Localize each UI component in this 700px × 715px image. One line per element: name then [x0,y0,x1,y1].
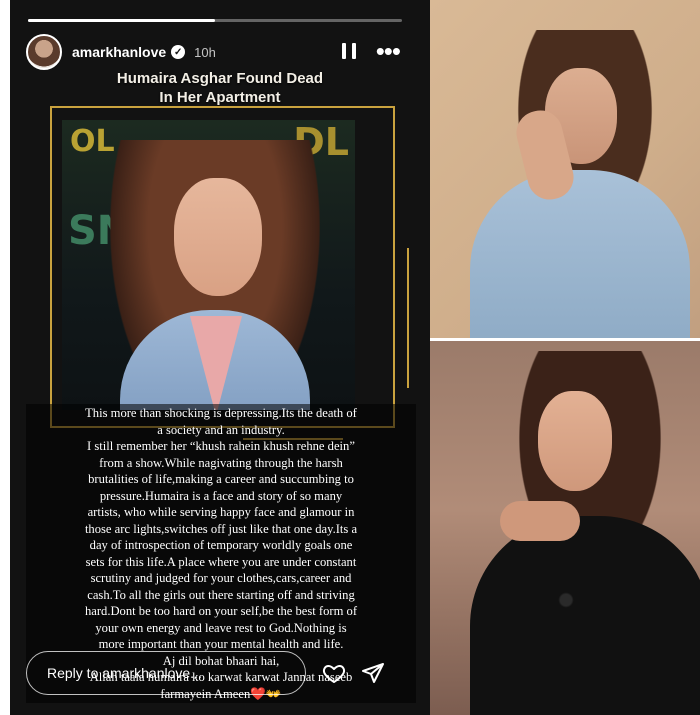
caption-line: pressure.Humaira is a face and story of … [99,488,343,503]
reply-input[interactable]: Reply to amarkhanlove... [26,651,306,695]
pause-icon[interactable] [342,43,356,61]
caption-line: scrutiny and judged for your clothes,car… [90,571,352,585]
story-progress-bar [28,19,402,22]
post-title-line-1: Humaira Asghar Found Dead [116,70,324,87]
caption-line: those arc lights,switches off just like … [84,521,358,536]
avatar[interactable] [26,34,62,70]
caption-line: hard.Dont be too hard on your self,be th… [84,604,358,618]
caption-line: your own energy and leave rest to God.No… [95,620,347,635]
caption-line: This more than shocking is depressing.It… [85,406,357,420]
caption-line: day of introspection of temporary worldl… [89,538,353,552]
story-viewer: amarkhanlove ✓ 10h ••• Humaira Asghar Fo… [10,0,430,715]
caption-line: cash.To all the girls out there starting… [87,587,355,602]
caption-line: artists, who while serving happy face an… [87,505,355,519]
actress-photo-bottom [430,338,700,715]
more-options-icon[interactable]: ••• [376,38,401,64]
caption-line: brutalities of life,making a career and … [88,472,354,486]
photo-dress [470,170,690,338]
photo-face [538,391,612,491]
caption-line: a society and an industry. [157,422,285,437]
timestamp: 10h [194,44,216,60]
story-header: amarkhanlove ✓ 10h ••• [26,34,416,70]
actress-photo-top [430,0,700,338]
photo-shoulder [500,501,580,541]
post-title-line-2: In Her Apartment [159,89,281,106]
post-photo: OL SN DL [62,120,355,410]
post-title: Humaira Asghar Found Dead In Her Apartme… [70,69,370,107]
photo-dress [470,516,700,715]
story-progress-fill [28,19,215,22]
send-icon[interactable] [361,661,385,685]
username[interactable]: amarkhanlove [72,44,166,60]
verified-badge-icon: ✓ [171,45,186,59]
heart-icon[interactable] [322,661,346,685]
caption-line: from a show.While nagivating through the… [99,455,343,470]
caption-line: I still remember her “khush rahein khush… [87,439,355,453]
caption-line: sets for this life.A place where you are… [85,554,357,569]
backdrop-logo: OL [70,124,115,159]
photo-face [174,178,262,296]
